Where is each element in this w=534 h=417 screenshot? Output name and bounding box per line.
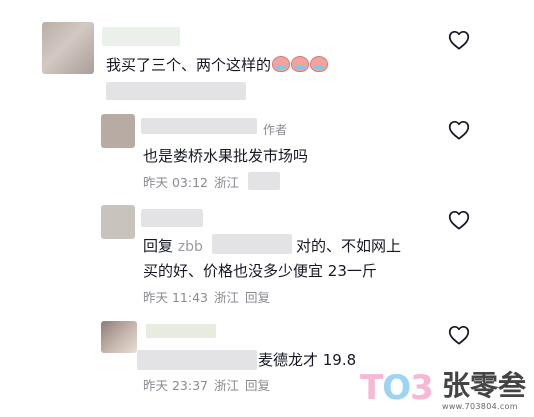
reply-text-continued: 对的、不如网上 [296,237,402,255]
heart-outline-icon [448,30,470,50]
reply-prefix: 回复 [143,237,174,255]
reply-location: 浙江 [214,175,240,190]
reply-text-line-1: 回复 zbb [143,236,203,257]
like-button[interactable] [448,120,470,140]
heart-outline-icon [448,210,470,230]
cry-laugh-emoji [272,56,291,72]
reply-location: 浙江 [214,290,240,305]
like-button[interactable] [448,210,470,230]
author-tag: 作者 [263,123,288,137]
reply-action-button[interactable]: 回复 [245,378,270,393]
reply-meta-blurred [248,172,280,190]
reply-name-blurred[interactable] [146,324,216,338]
like-button[interactable] [448,325,470,345]
reply-action-button[interactable]: 回复 [245,290,270,305]
reply-text: 也是娄桥水果批发市场吗 [143,147,309,165]
comment-meta-blurred [106,82,246,100]
reply-meta: 昨天 03:12 浙江 [143,175,245,191]
commenter-name-blurred[interactable] [102,27,180,46]
watermark-name: 张零叁 [442,369,527,402]
reply-avatar[interactable] [101,321,137,353]
reply-meta: 昨天 23:37 浙江 回复 [143,378,276,394]
reply-avatar[interactable] [101,114,135,148]
cry-laugh-emoji [291,56,310,72]
reply-meta: 昨天 11:43 浙江 回复 [143,290,276,306]
watermark: TO3 张零叁 www.703804.com [360,368,530,412]
reply-to-name-blurred[interactable] [212,234,292,254]
reply-name-blurred[interactable] [141,118,257,134]
comment-text-label: 我买了三个、两个这样的 [106,56,272,74]
reply-prefix-blurred [137,350,257,370]
reply-name-blurred[interactable] [141,209,203,227]
reply-to-name[interactable]: zbb [178,239,203,255]
reply-time: 昨天 23:37 [143,378,208,393]
cry-laugh-emoji [310,56,329,72]
commenter-avatar[interactable] [42,22,94,74]
like-button[interactable] [448,30,470,50]
heart-outline-icon [448,325,470,345]
heart-outline-icon [448,120,470,140]
reply-location: 浙江 [214,378,240,393]
comment-text: 我买了三个、两个这样的 [106,55,329,75]
reply-time: 昨天 03:12 [143,175,208,190]
reply-avatar[interactable] [101,205,135,239]
watermark-logo: TO3 [360,368,434,408]
reply-text: 麦德龙才 19.8 [258,351,357,369]
reply-text-line-2: 买的好、价格也没多少便宜 23一斤 [143,262,377,280]
reply-time: 昨天 11:43 [143,290,208,305]
watermark-url: www.703804.com [442,402,518,411]
